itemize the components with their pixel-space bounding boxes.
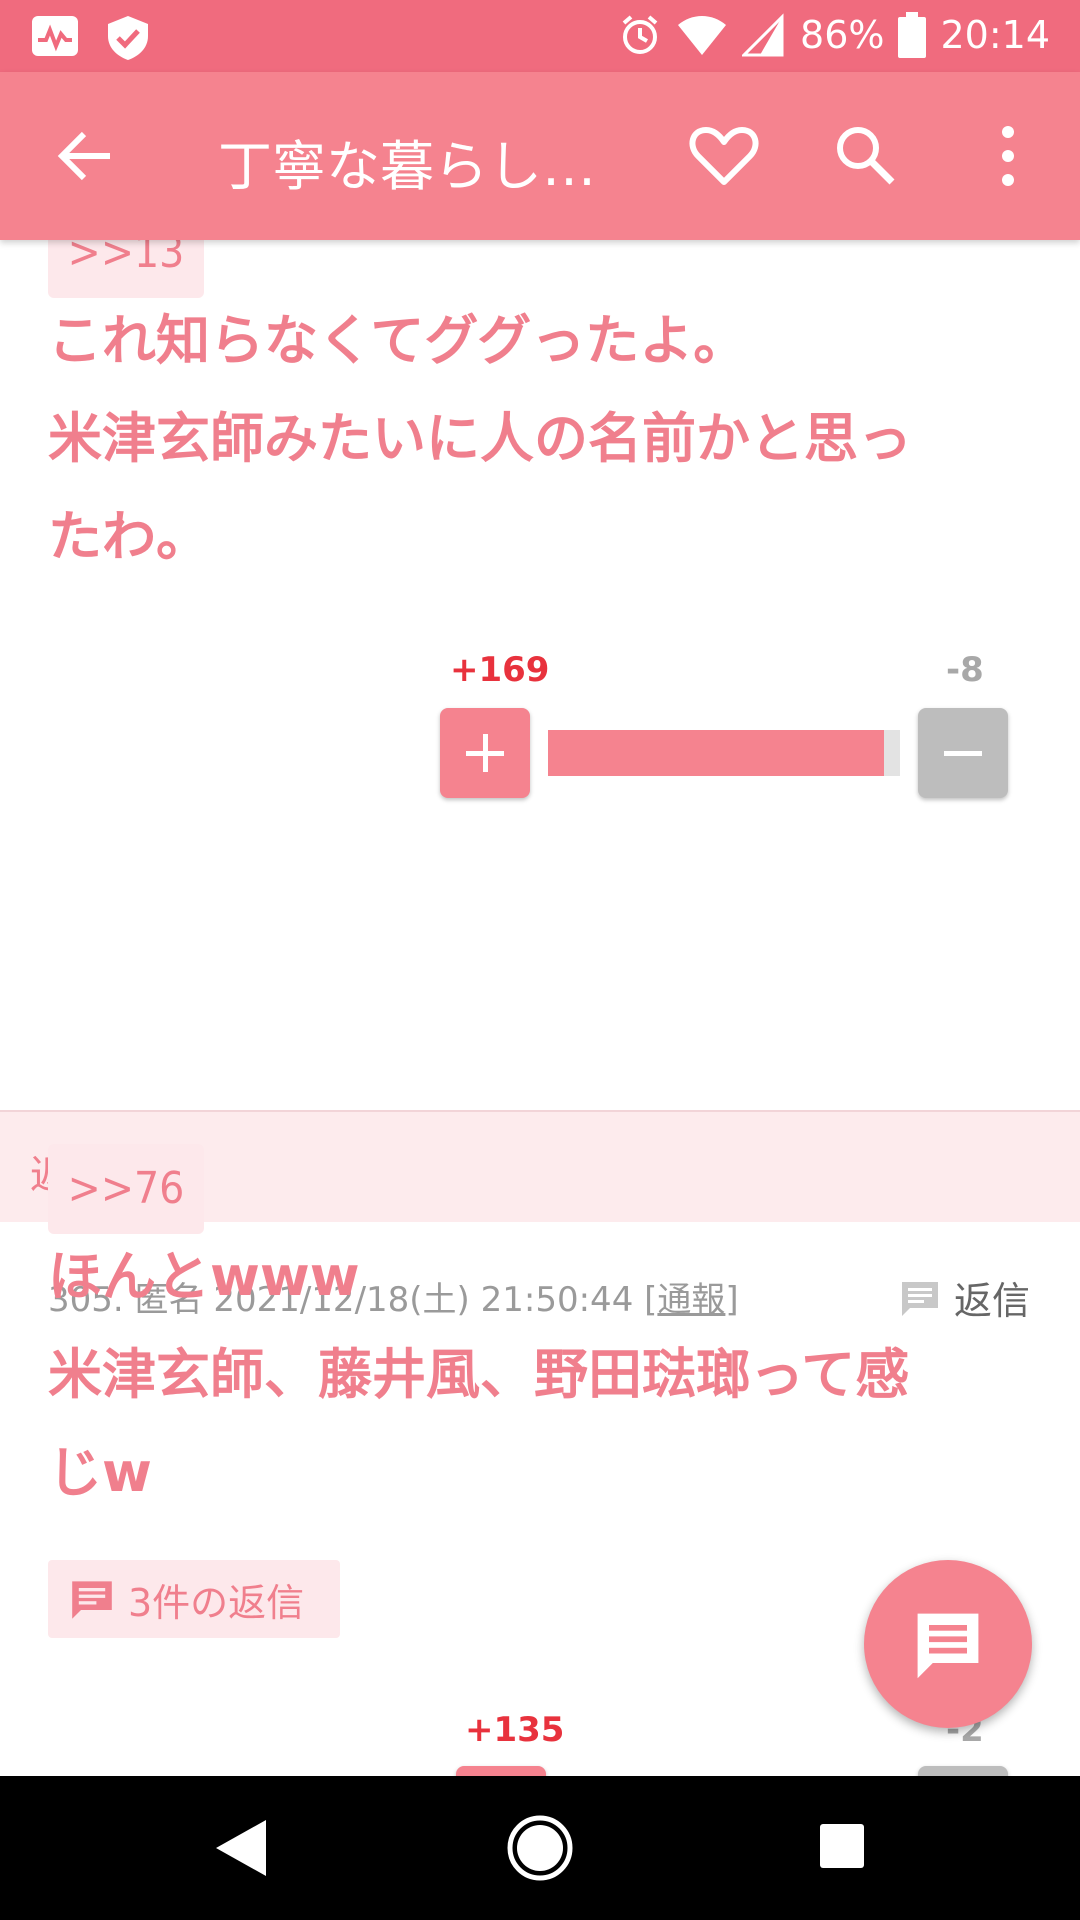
cell-signal-icon <box>742 13 784 57</box>
battery-percent: 86% <box>800 13 885 57</box>
minus-vote-count: -8 <box>946 650 984 690</box>
plus-vote-count: +135 <box>465 1710 565 1750</box>
activity-monitor-icon <box>32 16 78 56</box>
alarm-icon <box>622 15 658 54</box>
comment-body: ほんとwww 米津玄師、藤井風、野田琺瑯って感 じw <box>48 1228 1038 1522</box>
view-replies-button[interactable]: 3件の返信 <box>48 1560 340 1638</box>
comment-line: これ知らなくてググったよ。 <box>48 309 748 372</box>
comment-list[interactable]: >>13 これ知らなくてググったよ。 米津玄師みたいに人の名前かと思っ たわ。 … <box>0 240 1080 1776</box>
heart-icon[interactable] <box>684 116 764 196</box>
minus-vote-button[interactable] <box>918 708 1008 798</box>
shield-check-icon <box>108 16 148 60</box>
page-title: 丁寧な暮らし… <box>218 135 596 198</box>
wifi-icon <box>678 16 727 55</box>
search-icon[interactable] <box>826 116 906 196</box>
comment-line: 米津玄師みたいに人の名前かと思っ <box>48 407 912 470</box>
comment-body: これ知らなくてググったよ。 米津玄師みたいに人の名前かと思っ たわ。 <box>48 292 1038 586</box>
vote-ratio-fill <box>548 730 885 776</box>
chat-icon <box>917 1613 979 1679</box>
system-nav-bar <box>0 1776 1080 1920</box>
vote-ratio-bar <box>548 730 900 776</box>
nav-back-icon[interactable] <box>212 1816 268 1880</box>
nav-home-icon[interactable] <box>506 1814 574 1882</box>
comment-line: たわ。 <box>48 505 210 568</box>
back-arrow-icon[interactable] <box>48 116 128 196</box>
comment-line: じw <box>48 1441 152 1504</box>
comment-icon <box>72 1581 112 1619</box>
anchor-link[interactable]: >>76 <box>48 1144 204 1234</box>
status-bar: 86% 20:14 <box>0 0 1080 72</box>
plus-vote-button[interactable] <box>440 708 530 798</box>
plus-vote-button[interactable] <box>456 1766 546 1776</box>
nav-recents-icon[interactable] <box>818 1822 866 1870</box>
app-bar: 丁寧な暮らし… <box>0 72 1080 240</box>
anchor-link[interactable]: >>13 <box>48 240 204 298</box>
battery-icon <box>898 12 927 58</box>
plus-vote-count: +169 <box>450 650 550 690</box>
comment-line: ほんとwww <box>48 1245 360 1308</box>
comment-line: 米津玄師、藤井風、野田琺瑯って感 <box>48 1343 910 1406</box>
compose-comment-fab[interactable] <box>864 1560 1032 1728</box>
clock-time: 20:14 <box>940 13 1050 57</box>
more-vert-icon[interactable] <box>968 116 1048 196</box>
minus-vote-button[interactable] <box>918 1766 1008 1776</box>
